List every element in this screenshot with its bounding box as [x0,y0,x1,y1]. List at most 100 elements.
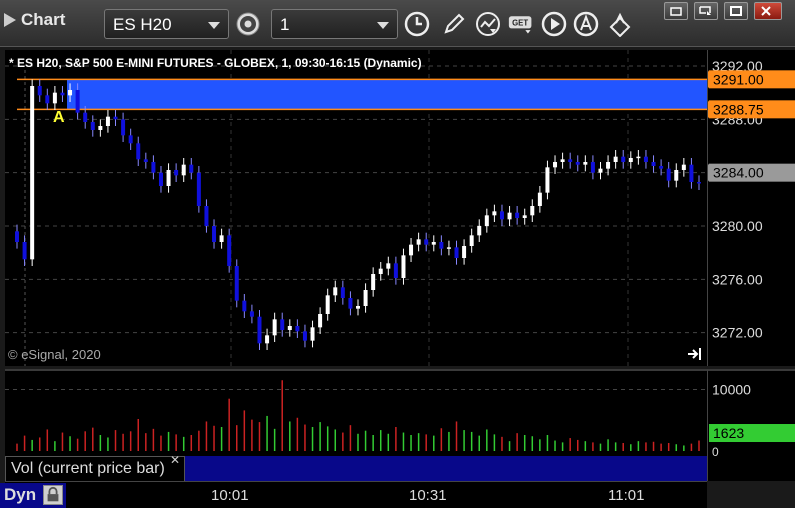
candle-body [477,226,482,236]
volume-axis[interactable]: 10000 0 1623 [707,369,795,481]
price-tick-label: 3272.00 [712,325,763,341]
dynamic-button[interactable]: Dyn [0,483,66,508]
candle-body [90,122,95,130]
pencil-icon[interactable] [440,10,468,38]
candle-body [75,90,80,113]
price-chart-pane[interactable]: A * ES H20, S&P 500 E-MINI FUTURES - GLO… [5,50,707,366]
candle [636,150,641,165]
candle [143,152,148,169]
volume-pane[interactable]: Vol (current price bar) ✕ [5,369,707,483]
candle [575,155,580,172]
candle-body [522,215,527,218]
play-icon[interactable] [540,10,568,38]
candle [265,328,270,350]
candle-body [621,156,626,162]
price-tag-label: 3284.00 [713,165,764,181]
candle-body [689,164,694,182]
link-icon[interactable] [606,10,634,38]
candle [424,232,429,252]
candle-body [416,239,421,245]
candle-body [204,206,209,226]
tile-icon[interactable] [694,2,718,20]
candle-body [409,244,414,256]
candle-body [613,156,618,162]
candle-body [52,92,57,104]
candle-body [166,170,171,186]
time-tick-label: 10:31 [409,487,447,504]
candle [401,248,406,285]
candle-body [325,295,330,314]
candle-body [393,263,398,278]
candle-body [484,215,489,226]
candle [598,162,603,180]
restore-icon[interactable] [664,2,688,20]
candle-body [280,319,285,330]
candle [340,280,345,305]
candle-body [492,211,497,216]
scroll-to-end-icon[interactable] [687,347,703,361]
candle [174,163,179,182]
candle-body [590,162,595,173]
clock-icon[interactable] [403,10,431,38]
candle-body [60,92,65,96]
candle [287,319,292,337]
candle-body [651,162,656,166]
candle-body [553,162,558,168]
time-tick-label: 11:01 [608,487,645,504]
candle-body [318,314,323,328]
candle [158,166,163,193]
symbol-select[interactable]: ES H20 [104,9,229,39]
candle-body [98,126,103,130]
lock-icon[interactable] [43,485,63,505]
candle [166,163,171,193]
candle [45,88,50,110]
get-icon[interactable]: GET [506,10,536,38]
candle [22,235,27,266]
interval-select[interactable]: 1 [271,9,398,39]
symbol-value: ES H20 [113,15,172,34]
candle [697,175,701,190]
candle [30,79,35,266]
chart-title: * ES H20, S&P 500 E-MINI FUTURES - GLOBE… [9,56,422,70]
candle-body [424,239,429,245]
candle [628,151,633,169]
chevron-down-icon [208,22,220,29]
candle-body [606,162,611,169]
candle-body [356,306,360,309]
candle [98,119,103,137]
study-icon[interactable] [474,10,502,38]
close-icon[interactable] [754,2,782,20]
price-zone [67,79,707,110]
price-axis[interactable]: 3292.003288.003284.003280.003276.003272.… [707,50,795,366]
candle [492,204,497,222]
candle [181,158,186,182]
close-icon[interactable]: ✕ [170,453,180,467]
candle [416,232,421,252]
candle [681,158,686,177]
candle [318,307,323,334]
candle [621,150,626,169]
candle-body [469,235,474,246]
app-title[interactable]: Chart [4,10,65,30]
volume-legend-bar [185,456,707,483]
candle-body [68,90,73,96]
candle-body [681,164,686,170]
price-tick-label: 3280.00 [712,218,763,234]
maximize-icon[interactable] [724,2,748,20]
candle [590,155,595,180]
candle [136,136,141,166]
candle [553,155,558,174]
time-axis[interactable]: 10:01 10:31 11:01 [5,481,707,508]
candle [60,86,65,102]
candle-body [113,116,118,120]
settings-gear-icon[interactable] [234,10,262,38]
alert-icon[interactable] [572,10,600,38]
price-axis-svg: 3292.003288.003284.003280.003276.003272.… [708,58,795,341]
candle [196,166,201,213]
candle [212,219,217,249]
volume-tick-label: 0 [712,445,719,459]
price-tag-pointer [708,163,709,182]
chart-toolbar: Chart ES H20 1 GET [0,0,795,47]
candle-body [560,159,565,162]
candle [386,256,391,276]
